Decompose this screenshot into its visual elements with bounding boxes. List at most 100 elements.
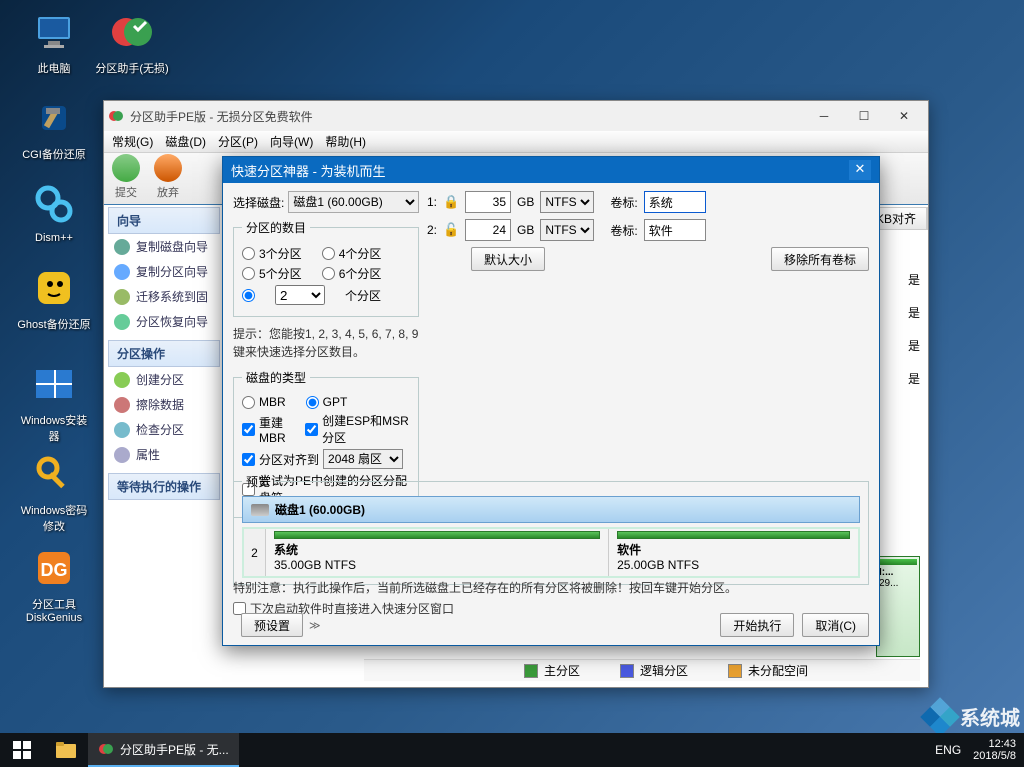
key-icon (34, 454, 74, 494)
radio-6-parts[interactable]: 6个分区 (322, 265, 382, 282)
part-copy-icon (114, 264, 130, 280)
lock-icon[interactable]: 🔒 (443, 194, 459, 210)
titlebar[interactable]: 分区助手PE版 - 无损分区免费软件 ─ ☐ ✕ (104, 101, 928, 131)
wizard-group-title: 向导 (108, 207, 220, 234)
menu-disk[interactable]: 磁盘(D) (165, 133, 206, 150)
part1-fs-select[interactable]: NTFS (540, 191, 594, 213)
radio-mbr[interactable]: MBR (242, 395, 286, 409)
partition-count-group: 分区的数目 3个分区 4个分区 5个分区 6个分区 2 个分区 (233, 219, 419, 317)
op-create[interactable]: 创建分区 (108, 367, 220, 392)
pending-title: 等待执行的操作 (108, 473, 220, 500)
desktop-icon-win-installer[interactable]: Windows安装器 (16, 360, 92, 444)
disk-icon (251, 504, 269, 516)
window-title: 分区助手PE版 - 无损分区免费软件 (130, 108, 313, 125)
custom-part-count[interactable]: 2 (275, 285, 325, 305)
dialog-footer: 预设置 ≫ 开始执行 取消(C) (233, 613, 869, 637)
select-disk-label: 选择磁盘: (233, 194, 284, 211)
start-button[interactable] (0, 733, 44, 767)
hint-text: 提示：您能按1, 2, 3, 4, 5, 6, 7, 8, 9键来快速选择分区数… (233, 325, 419, 361)
wizard-migrate-os[interactable]: 迁移系统到固 (108, 284, 220, 309)
ghost-icon (34, 268, 74, 308)
minimize-button[interactable]: ─ (804, 101, 844, 131)
part2-volume-input[interactable] (644, 219, 706, 241)
align-value[interactable]: 2048 扇区 (323, 449, 403, 469)
check-icon (112, 154, 140, 182)
menu-general[interactable]: 常规(G) (112, 133, 153, 150)
op-props[interactable]: 属性 (108, 442, 220, 467)
legend: 主分区 逻辑分区 未分配空间 (364, 659, 920, 681)
part2-fs-select[interactable]: NTFS (540, 219, 594, 241)
cancel-button[interactable]: 取消(C) (802, 613, 869, 637)
toolbar-commit[interactable]: 提交 (112, 154, 140, 202)
execute-button[interactable]: 开始执行 (720, 613, 794, 637)
desktop-icon-partition-assistant[interactable]: 分区助手(无损) (94, 8, 170, 76)
part1-volume-input[interactable] (644, 191, 706, 213)
legend-logical-sw (620, 664, 634, 678)
diskgenius-icon: DG (34, 548, 74, 588)
left-panel: 向导 复制磁盘向导 复制分区向导 迁移系统到固 分区恢复向导 分区操作 创建分区… (108, 207, 220, 683)
tray-clock[interactable]: 12:43 2018/5/8 (973, 738, 1016, 762)
close-button[interactable]: ✕ (884, 101, 924, 131)
desktop-icon-cgi-backup[interactable]: CGI备份还原 (16, 94, 92, 162)
desktop-icon-ghost[interactable]: Ghost备份还原 (16, 264, 92, 332)
disk-copy-icon (114, 239, 130, 255)
task-explorer[interactable] (44, 733, 88, 767)
preview-count: 2 (244, 529, 266, 576)
chevron-right-icon: ≫ (309, 619, 319, 632)
desktop-icon-this-pc[interactable]: 此电脑 (16, 8, 92, 76)
partition-row-2: 2: 🔓 GB NTFS 卷标: (427, 219, 869, 241)
app-task-icon (98, 741, 114, 757)
select-disk-dropdown[interactable]: 磁盘1 (60.00GB) (288, 191, 419, 213)
check-align[interactable]: 分区对齐到 (242, 451, 319, 468)
folder-icon (56, 742, 76, 758)
discard-icon (154, 154, 182, 182)
wizard-recover[interactable]: 分区恢复向导 (108, 309, 220, 334)
dialog-titlebar[interactable]: 快速分区神器 - 为装机而生 ✕ (223, 157, 879, 183)
part1-size-input[interactable] (465, 191, 511, 213)
menu-wizard[interactable]: 向导(W) (270, 133, 313, 150)
legend-unalloc-sw (728, 664, 742, 678)
check-create-esp[interactable]: 创建ESP和MSR分区 (305, 412, 410, 446)
preview-disk-header: 磁盘1 (60.00GB) (242, 496, 860, 523)
taskbar: 分区助手PE版 - 无... ENG 12:43 2018/5/8 (0, 733, 1024, 767)
preview-part-1[interactable]: 系统 35.00GB NTFS (266, 529, 609, 576)
menu-partition[interactable]: 分区(P) (218, 133, 258, 150)
watermark-icon (920, 697, 960, 737)
dialog-title: 快速分区神器 - 为装机而生 (231, 161, 386, 180)
wizard-copy-disk[interactable]: 复制磁盘向导 (108, 234, 220, 259)
preset-button[interactable]: 预设置 (241, 613, 303, 637)
recover-icon (114, 314, 130, 330)
default-size-button[interactable]: 默认大小 (471, 247, 545, 271)
check-part-icon (114, 422, 130, 438)
props-icon (114, 447, 130, 463)
ops-group-title: 分区操作 (108, 340, 220, 367)
windows-logo-icon (13, 741, 31, 759)
op-check[interactable]: 检查分区 (108, 417, 220, 442)
desktop-icon-diskgenius[interactable]: DG 分区工具DiskGenius (16, 544, 92, 624)
task-partition-assistant[interactable]: 分区助手PE版 - 无... (88, 733, 239, 767)
desktop-icon-win-password[interactable]: Windows密码修改 (16, 450, 92, 534)
toolbar-discard[interactable]: 放弃 (154, 154, 182, 202)
lock-open-icon[interactable]: 🔓 (443, 222, 459, 238)
radio-4-parts[interactable]: 4个分区 (322, 245, 382, 262)
radio-5-parts[interactable]: 5个分区 (242, 265, 302, 282)
back-partition-i[interactable]: I:... 29... (876, 556, 920, 657)
part2-size-input[interactable] (465, 219, 511, 241)
create-icon (114, 372, 130, 388)
radio-custom-parts[interactable] (242, 289, 255, 302)
menu-help[interactable]: 帮助(H) (325, 133, 366, 150)
desktop-icon-dism[interactable]: Dism++ (16, 180, 92, 244)
maximize-button[interactable]: ☐ (844, 101, 884, 131)
check-rebuild-mbr[interactable]: 重建MBR (242, 414, 301, 445)
dialog-close-button[interactable]: ✕ (849, 160, 871, 180)
wizard-copy-partition[interactable]: 复制分区向导 (108, 259, 220, 284)
svg-text:DG: DG (41, 560, 68, 580)
preview-part-2[interactable]: 软件 25.00GB NTFS (609, 529, 858, 576)
radio-gpt[interactable]: GPT (306, 395, 348, 409)
menubar: 常规(G) 磁盘(D) 分区(P) 向导(W) 帮助(H) (104, 131, 928, 153)
remove-labels-button[interactable]: 移除所有卷标 (771, 247, 869, 271)
op-wipe[interactable]: 擦除数据 (108, 392, 220, 417)
tray-lang[interactable]: ENG (935, 743, 961, 757)
partition-icon (112, 12, 152, 52)
radio-3-parts[interactable]: 3个分区 (242, 245, 302, 262)
